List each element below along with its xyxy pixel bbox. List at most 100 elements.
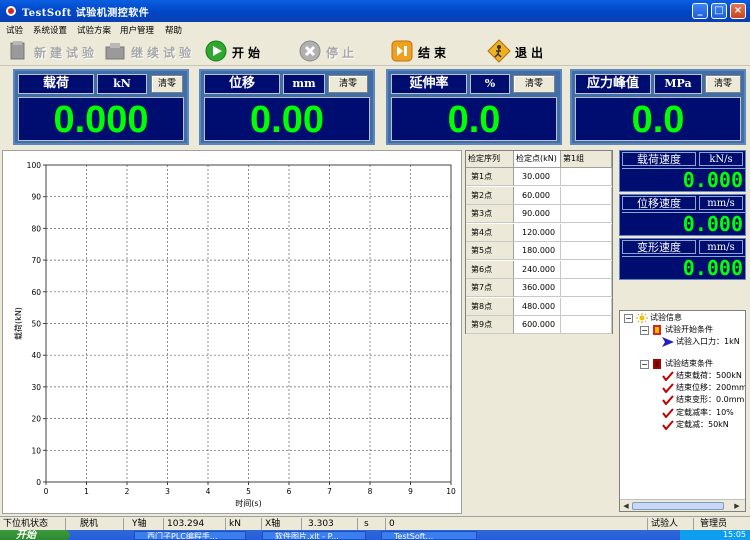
scroll-thumb[interactable] <box>632 502 724 510</box>
displacement-value: 0.00 <box>204 97 370 141</box>
status-counter: 0 <box>386 518 648 530</box>
y-tick-label: 90 <box>31 193 41 202</box>
y-axis-label: 载荷(kN) <box>13 307 23 340</box>
menu-test[interactable]: 试验 <box>6 24 23 36</box>
cal-row-group1[interactable] <box>561 205 612 223</box>
load-zero-button[interactable]: 清零 <box>151 75 183 93</box>
cal-header-group1[interactable]: 第1组 <box>561 151 612 168</box>
system-tray-clock: 15:05 <box>680 530 750 540</box>
start-menu-button[interactable]: 开始 <box>0 530 70 540</box>
y-tick-label: 0 <box>36 478 41 487</box>
cal-row-label: 第5点 <box>466 242 514 260</box>
finish-icon <box>391 40 413 62</box>
stress-peak-meter-unit: MPa <box>654 74 702 94</box>
x-axis-label: 时间(s) <box>235 498 261 508</box>
displacement-zero-button[interactable]: 清零 <box>328 75 368 93</box>
menu-test-plan[interactable]: 试验方案 <box>77 24 111 36</box>
cal-row-value[interactable]: 120.000 <box>514 223 561 242</box>
status-y-axis-unit: kN <box>226 518 262 530</box>
cal-row-value[interactable]: 90.000 <box>514 205 561 223</box>
close-button[interactable]: × <box>730 3 746 19</box>
load-value: 0.000 <box>18 97 184 141</box>
cal-row-group1[interactable] <box>561 316 612 334</box>
tree-start-toggle[interactable]: − <box>640 326 649 335</box>
cal-row-value[interactable]: 240.000 <box>514 260 561 279</box>
elongation-meter-unit: % <box>470 74 510 94</box>
checkmark-icon <box>662 371 674 381</box>
status-x-axis-label: X轴 <box>262 518 302 530</box>
displacement-speed-name: 位移速度 <box>622 196 696 210</box>
taskbar: 开始 西门子PLC编程手... 软件图片.xlt - P... TestSoft… <box>0 530 750 540</box>
cal-row-value[interactable]: 360.000 <box>514 279 561 297</box>
taskbar-item-testsoft[interactable]: TestSoft... <box>381 531 477 540</box>
menu-user-management[interactable]: 用户管理 <box>120 24 154 36</box>
checkmark-icon <box>662 395 674 406</box>
status-y-axis-value: 103.294 <box>164 518 226 530</box>
displacement-meter-unit: mm <box>283 74 325 94</box>
displacement-speed-unit: mm/s <box>699 196 743 210</box>
cal-row-value[interactable]: 180.000 <box>514 242 561 260</box>
taskbar-item-plc-manual[interactable]: 西门子PLC编程手... <box>134 531 246 540</box>
menu-help[interactable]: 帮助 <box>165 24 182 36</box>
stress-peak-meter-name: 应力峰值 <box>575 74 651 94</box>
load-speed-unit: kN/s <box>699 152 743 166</box>
stress-peak-value: 0.0 <box>575 97 741 141</box>
cal-row-group1[interactable] <box>561 186 612 205</box>
tree-end-toggle[interactable]: − <box>640 360 649 369</box>
cal-row-value[interactable]: 30.000 <box>514 168 561 186</box>
menu-system-settings[interactable]: 系统设置 <box>33 24 67 36</box>
stop-button[interactable]: 停止 <box>298 39 370 63</box>
x-tick-label: 8 <box>368 487 373 496</box>
close-icon: × <box>733 5 743 16</box>
displacement-meter: 位移 mm 清零 0.00 <box>199 69 375 145</box>
minimize-button[interactable]: _ <box>692 3 708 19</box>
x-tick-label: 5 <box>246 487 251 496</box>
test-info-tree: − 试验信息 − 试验开始条件 试验入口力：1kN − 试验结束条件 结束载荷：… <box>619 310 746 512</box>
cal-row-group1[interactable] <box>561 223 612 242</box>
title-bar: TestSoft 试验机测控软件 _ □ × <box>0 0 750 22</box>
x-tick-label: 6 <box>287 487 292 496</box>
cal-row-group1[interactable] <box>561 279 612 297</box>
deformation-speed-panel: 变形速度 mm/s 0.000 <box>619 238 746 280</box>
new-test-button[interactable]: 新建试验 <box>6 39 96 63</box>
start-flag-icon <box>653 325 661 335</box>
taskbar-item-image-file[interactable]: 软件图片.xlt - P... <box>262 531 366 540</box>
checkmark-icon <box>662 407 674 418</box>
exit-button[interactable]: 退出 <box>487 39 559 63</box>
stress-peak-zero-button[interactable]: 清零 <box>705 75 741 93</box>
cal-row-value[interactable]: 60.000 <box>514 186 561 205</box>
minimize-icon: _ <box>697 5 703 16</box>
tree-horizontal-scrollbar[interactable]: ◀ ▶ <box>620 499 745 511</box>
finish-button[interactable]: 结束 <box>390 39 462 63</box>
displacement-speed-value: 0.000 <box>622 212 745 236</box>
load-time-chart[interactable]: 0 1 2 3 4 5 6 7 8 9 10 0 10 20 30 40 50 60 70 80 90 100 时间(s) 载… <box>2 150 462 514</box>
x-tick-label: 0 <box>44 487 49 496</box>
start-button[interactable]: 开始 <box>204 39 276 63</box>
elongation-zero-button[interactable]: 清零 <box>513 75 555 93</box>
menu-bar: 试验 系统设置 试验方案 用户管理 帮助 <box>0 22 750 37</box>
x-tick-label: 4 <box>206 487 211 496</box>
chart-canvas: 0 1 2 3 4 5 6 7 8 9 100102030405060708090100时间(s)载… <box>13 161 456 508</box>
cal-header-sequence[interactable]: 检定序列 <box>466 151 514 168</box>
cal-row-value[interactable]: 480.000 <box>514 297 561 316</box>
cal-row-group1[interactable] <box>561 168 612 186</box>
cal-row-group1[interactable] <box>561 260 612 279</box>
deformation-speed-name: 变形速度 <box>622 240 696 254</box>
x-tick-label: 3 <box>165 487 170 496</box>
cal-row-label: 第9点 <box>466 316 514 334</box>
continue-test-button[interactable]: 继续试验 <box>103 39 193 63</box>
load-speed-panel: 载荷速度 kN/s 0.000 <box>619 150 746 192</box>
scroll-left-icon[interactable]: ◀ <box>621 501 631 511</box>
y-tick-label: 30 <box>31 383 41 392</box>
exit-icon <box>487 39 511 63</box>
load-speed-value: 0.000 <box>622 168 745 192</box>
tree-root-toggle[interactable]: − <box>624 314 633 323</box>
maximize-button[interactable]: □ <box>711 3 727 19</box>
cal-row-group1[interactable] <box>561 297 612 316</box>
cal-header-point[interactable]: 检定点(kN) <box>514 151 561 168</box>
scroll-right-icon[interactable]: ▶ <box>732 501 742 511</box>
cal-row-label: 第4点 <box>466 223 514 242</box>
y-tick-label: 60 <box>31 288 41 297</box>
cal-row-group1[interactable] <box>561 242 612 260</box>
cal-row-value[interactable]: 600.000 <box>514 316 561 334</box>
